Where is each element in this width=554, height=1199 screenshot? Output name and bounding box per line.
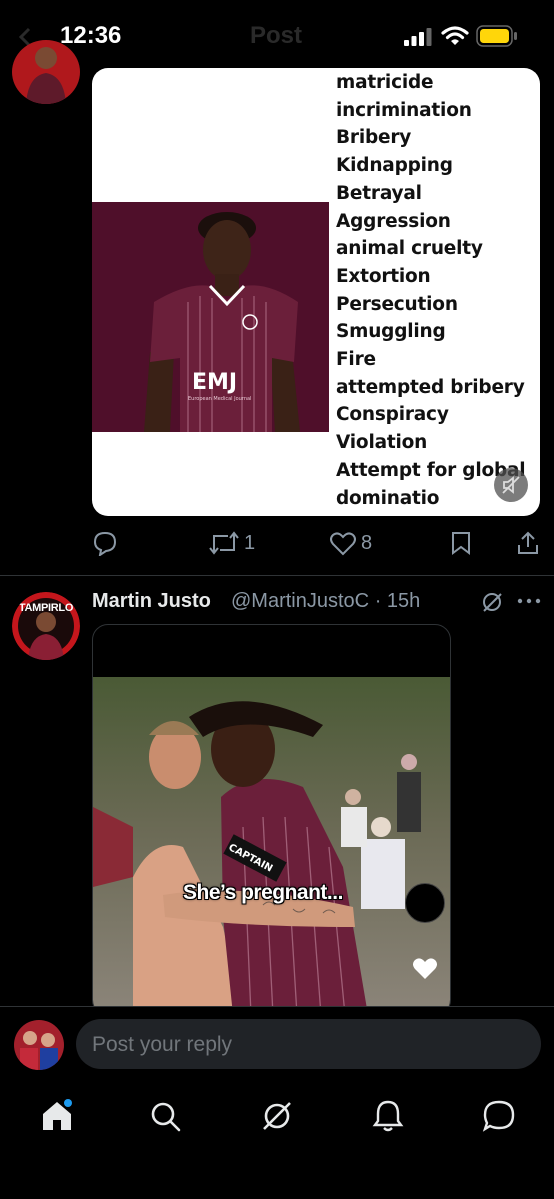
home-icon[interactable] bbox=[40, 1099, 74, 1133]
tweet2-video-card[interactable]: CAPTAIN She’s pregnant... bbox=[92, 624, 451, 1016]
post-time: 15h bbox=[386, 590, 421, 612]
video-caption: She’s pregnant... bbox=[183, 881, 343, 904]
status-time: 12:36 bbox=[60, 22, 122, 49]
reply-action[interactable] bbox=[92, 528, 118, 558]
video-like-icon[interactable] bbox=[411, 955, 439, 981]
muted-speaker-icon bbox=[502, 476, 520, 494]
shirt-sponsor-sub: European Medical Journal bbox=[188, 396, 251, 402]
like-action[interactable]: 8 bbox=[329, 528, 372, 558]
wifi-icon bbox=[441, 26, 469, 45]
video-profile-bubble[interactable] bbox=[405, 883, 445, 923]
crime-item: Extortion bbox=[336, 265, 431, 287]
meta-separator: · bbox=[374, 590, 382, 612]
crime-item: Aggression bbox=[336, 210, 451, 232]
grok-icon[interactable] bbox=[481, 591, 503, 613]
crime-item: Violation bbox=[336, 432, 428, 454]
crime-item: Betrayal bbox=[336, 182, 422, 204]
crime-item: Conspiracy bbox=[336, 404, 449, 426]
grok-tab-icon[interactable] bbox=[260, 1099, 294, 1133]
share-action[interactable] bbox=[515, 528, 541, 558]
signal-icon bbox=[404, 28, 432, 46]
search-icon[interactable] bbox=[150, 1101, 182, 1133]
crime-item: Persecution bbox=[336, 293, 458, 315]
shirt-sponsor: EMJ bbox=[192, 370, 237, 395]
tweet1-avatar[interactable] bbox=[12, 40, 80, 104]
author-handle: @MartinJustoC bbox=[231, 590, 370, 612]
crime-item: incrimination bbox=[336, 99, 472, 121]
avatar-label: TAMPIRLO bbox=[18, 602, 74, 614]
bookmark-action[interactable] bbox=[450, 528, 472, 558]
video-frame: CAPTAIN bbox=[93, 677, 450, 1015]
tab-bar bbox=[0, 1087, 554, 1199]
crime-item: Smuggling bbox=[336, 321, 446, 343]
more-options-icon[interactable] bbox=[517, 597, 541, 605]
author-meta[interactable]: @MartinJustoC · 15h bbox=[231, 590, 420, 613]
status-bar: 12:36 Post bbox=[0, 0, 554, 72]
tweet1-media-card[interactable]: EMJ European Medical Journal matricide i… bbox=[92, 68, 540, 516]
repost-count: 1 bbox=[244, 531, 256, 554]
crime-list: matricide incrimination Bribery Kidnappi… bbox=[336, 68, 540, 512]
bookmark-icon bbox=[452, 532, 470, 555]
my-avatar[interactable] bbox=[14, 1020, 64, 1070]
like-count: 8 bbox=[361, 531, 373, 554]
mute-button[interactable] bbox=[494, 468, 528, 502]
ghost-page-title: Post bbox=[250, 22, 303, 49]
crime-item: Kidnapping bbox=[336, 155, 453, 177]
author-name[interactable]: Martin Justo bbox=[92, 590, 211, 613]
messages-icon[interactable] bbox=[482, 1099, 516, 1133]
player-photo: EMJ European Medical Journal bbox=[92, 202, 329, 432]
tweet-divider bbox=[0, 575, 554, 576]
crime-item: animal cruelty bbox=[336, 238, 483, 260]
heart-icon bbox=[330, 532, 356, 556]
reply-placeholder: Post your reply bbox=[92, 1033, 233, 1056]
crime-item: attempted bribery bbox=[336, 376, 525, 398]
tweet2-avatar[interactable]: TAMPIRLO bbox=[12, 592, 80, 660]
reply-icon bbox=[93, 531, 117, 556]
notifications-icon[interactable] bbox=[372, 1099, 404, 1133]
crime-item: Bribery bbox=[336, 127, 412, 149]
share-icon bbox=[518, 531, 538, 554]
battery-icon bbox=[476, 25, 517, 47]
crime-item: matricide bbox=[336, 72, 434, 93]
repost-action[interactable]: 1 bbox=[208, 528, 255, 558]
repost-icon bbox=[209, 531, 239, 555]
crime-item: Fire bbox=[336, 349, 376, 371]
